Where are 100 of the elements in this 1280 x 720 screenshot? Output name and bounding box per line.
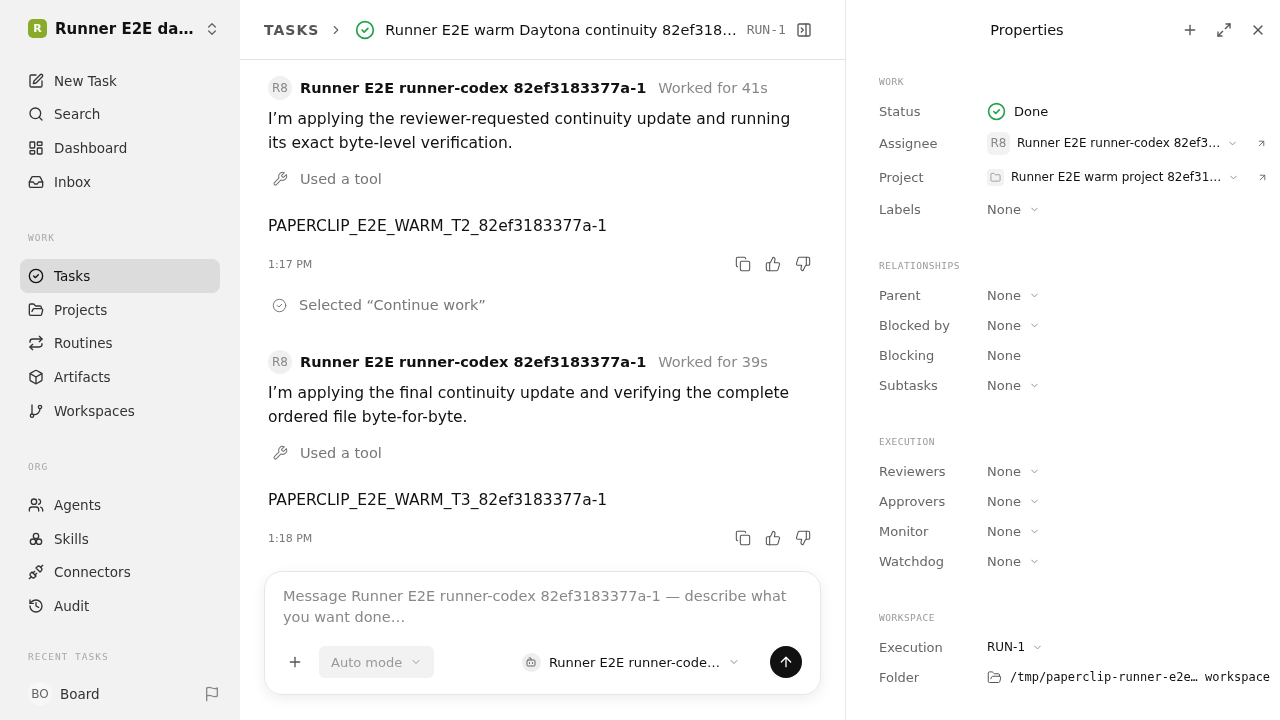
send-button[interactable]: [770, 646, 802, 678]
value-dropdown[interactable]: None: [987, 463, 1040, 479]
author-name: Runner E2E runner-codex 82ef3183377a-1: [300, 354, 647, 370]
property-label: Execution: [879, 639, 944, 655]
sidebar-item[interactable]: Projects: [20, 292, 220, 327]
property-label: Approvers: [879, 493, 947, 509]
message-time: 1:17 PM: [268, 257, 314, 271]
new-task-icon: [28, 72, 44, 89]
author-name: Runner E2E runner-codex 82ef3183377a-1: [300, 80, 647, 96]
message-text: I’m applying the reviewer-requested continuity update and running its exact byte-level verification.: [268, 109, 792, 154]
workspace-name: Runner E2E da…: [55, 20, 195, 38]
repeat-icon: [28, 335, 44, 352]
board-label[interactable]: Board: [60, 685, 196, 702]
property-label: Watchdog: [879, 553, 945, 569]
sidebar-item[interactable]: Artifacts: [20, 360, 220, 394]
avatar: R8: [987, 131, 1010, 155]
section-label: WORK: [27, 231, 56, 246]
people-icon: [28, 497, 44, 514]
status-value[interactable]: Done: [1014, 103, 1049, 119]
bot-icon: [525, 656, 538, 668]
history-icon: [28, 597, 44, 614]
sidebar-item[interactable]: Workspaces: [20, 393, 220, 428]
value-dropdown[interactable]: None: [987, 377, 1040, 393]
value-dropdown[interactable]: None: [987, 201, 1040, 217]
folder-path[interactable]: /tmp/paperclip-runner-e2e… workspace: [1010, 670, 1271, 684]
flag-icon[interactable]: [204, 685, 220, 702]
sidebar-item[interactable]: Dashboard: [20, 131, 220, 165]
section-label: WORK: [879, 75, 905, 89]
thumbs-up-icon[interactable]: [765, 256, 781, 272]
breadcrumb-link[interactable]: TASKS: [264, 21, 320, 38]
panel-icon[interactable]: [795, 21, 812, 38]
check-circle-icon: [272, 297, 287, 313]
property-label: Assignee: [879, 135, 939, 151]
check-circle-icon: [355, 19, 376, 40]
folder-icon: [990, 171, 1001, 183]
sidebar-item[interactable]: Search: [20, 97, 220, 132]
expand-icon: [1216, 22, 1232, 38]
sidebar-item[interactable]: Audit: [20, 589, 220, 623]
check-circle-icon: [28, 268, 44, 285]
thumbs-down-icon[interactable]: [795, 256, 811, 272]
property-label: Blocked by: [879, 317, 952, 333]
work-duration: Worked for 41s: [658, 80, 768, 96]
agent-dropdown[interactable]: Runner E2E runner-code…: [515, 651, 746, 673]
panel-title: Properties: [989, 22, 1065, 38]
inbox-icon: [28, 173, 44, 190]
property-label: Reviewers: [879, 463, 947, 479]
sidebar-item[interactable]: Routines: [20, 326, 220, 361]
property-label: Folder: [879, 669, 921, 685]
section-label: ORG: [27, 460, 50, 475]
sidebar-item[interactable]: New Task: [20, 64, 220, 98]
message-time: 1:18 PM: [268, 531, 314, 545]
value-dropdown[interactable]: None: [987, 287, 1040, 303]
value-dropdown[interactable]: None: [987, 493, 1040, 509]
folder-icon: [987, 669, 1002, 685]
run-id: RUN-1: [746, 22, 786, 37]
expand-button[interactable]: [1216, 22, 1232, 38]
property-label: Blocking: [879, 347, 936, 363]
plus-icon: [287, 654, 303, 670]
value-dropdown[interactable]: None: [987, 523, 1040, 539]
property-value: None: [987, 347, 1021, 363]
assignee-dropdown[interactable]: R8 Runner E2E runner-codex 82ef3…: [987, 131, 1239, 155]
property-label: Status: [879, 103, 922, 119]
avatar: R8: [268, 350, 292, 374]
task-title: Runner E2E warm Daytona continuity 82ef318…: [385, 21, 737, 38]
package-icon: [28, 368, 44, 385]
section-label: RECENT TASKS: [27, 649, 110, 664]
value-dropdown[interactable]: None: [987, 553, 1040, 569]
value-dropdown[interactable]: None: [987, 317, 1040, 333]
work-duration: Worked for 39s: [658, 354, 768, 370]
project-dropdown[interactable]: Runner E2E warm project 82ef31…: [987, 168, 1240, 186]
sidebar-item[interactable]: Tasks: [20, 259, 220, 293]
thumbs-up-icon[interactable]: [765, 530, 781, 546]
sidebar-item[interactable]: Skills: [20, 521, 220, 556]
sidebar-item[interactable]: Inbox: [20, 164, 220, 199]
property-label: Subtasks: [879, 377, 939, 393]
copy-icon[interactable]: [735, 530, 751, 546]
plus-icon: [1182, 22, 1198, 38]
branch-icon: [28, 402, 44, 419]
search-icon: [28, 106, 44, 123]
message-text: I’m applying the final continuity update and verifying the complete ordered file byte-for-byte.: [268, 383, 791, 428]
tool-label[interactable]: Used a tool: [300, 171, 382, 187]
section-label: EXECUTION: [879, 435, 936, 449]
copy-icon[interactable]: [735, 256, 751, 272]
avatar: R8: [268, 76, 292, 100]
output-text: PAPERCLIP_E2E_WARM_T2_82ef3183377a-1: [268, 216, 609, 237]
message-input-field[interactable]: Message Runner E2E runner-codex 82ef3183377a-1 — describe what you want done… Auto mode Runner E2E runner-code…: [264, 571, 821, 695]
add-button[interactable]: [1182, 22, 1198, 38]
wrench-icon: [272, 171, 288, 187]
run-dropdown[interactable]: RUN-1: [987, 640, 1044, 654]
output-text: PAPERCLIP_E2E_WARM_T3_82ef3183377a-1: [268, 490, 609, 511]
check-circle-icon: [987, 101, 1006, 121]
property-label: Labels: [879, 201, 922, 217]
wrench-icon: [272, 445, 288, 461]
thumbs-down-icon[interactable]: [795, 530, 811, 546]
sidebar-item[interactable]: Connectors: [20, 555, 220, 590]
tool-label[interactable]: Used a tool: [300, 445, 382, 461]
folder-icon: [28, 301, 44, 318]
property-label: Project: [879, 169, 925, 185]
cluster-icon: [28, 530, 44, 547]
sidebar-item[interactable]: Agents: [20, 488, 220, 522]
